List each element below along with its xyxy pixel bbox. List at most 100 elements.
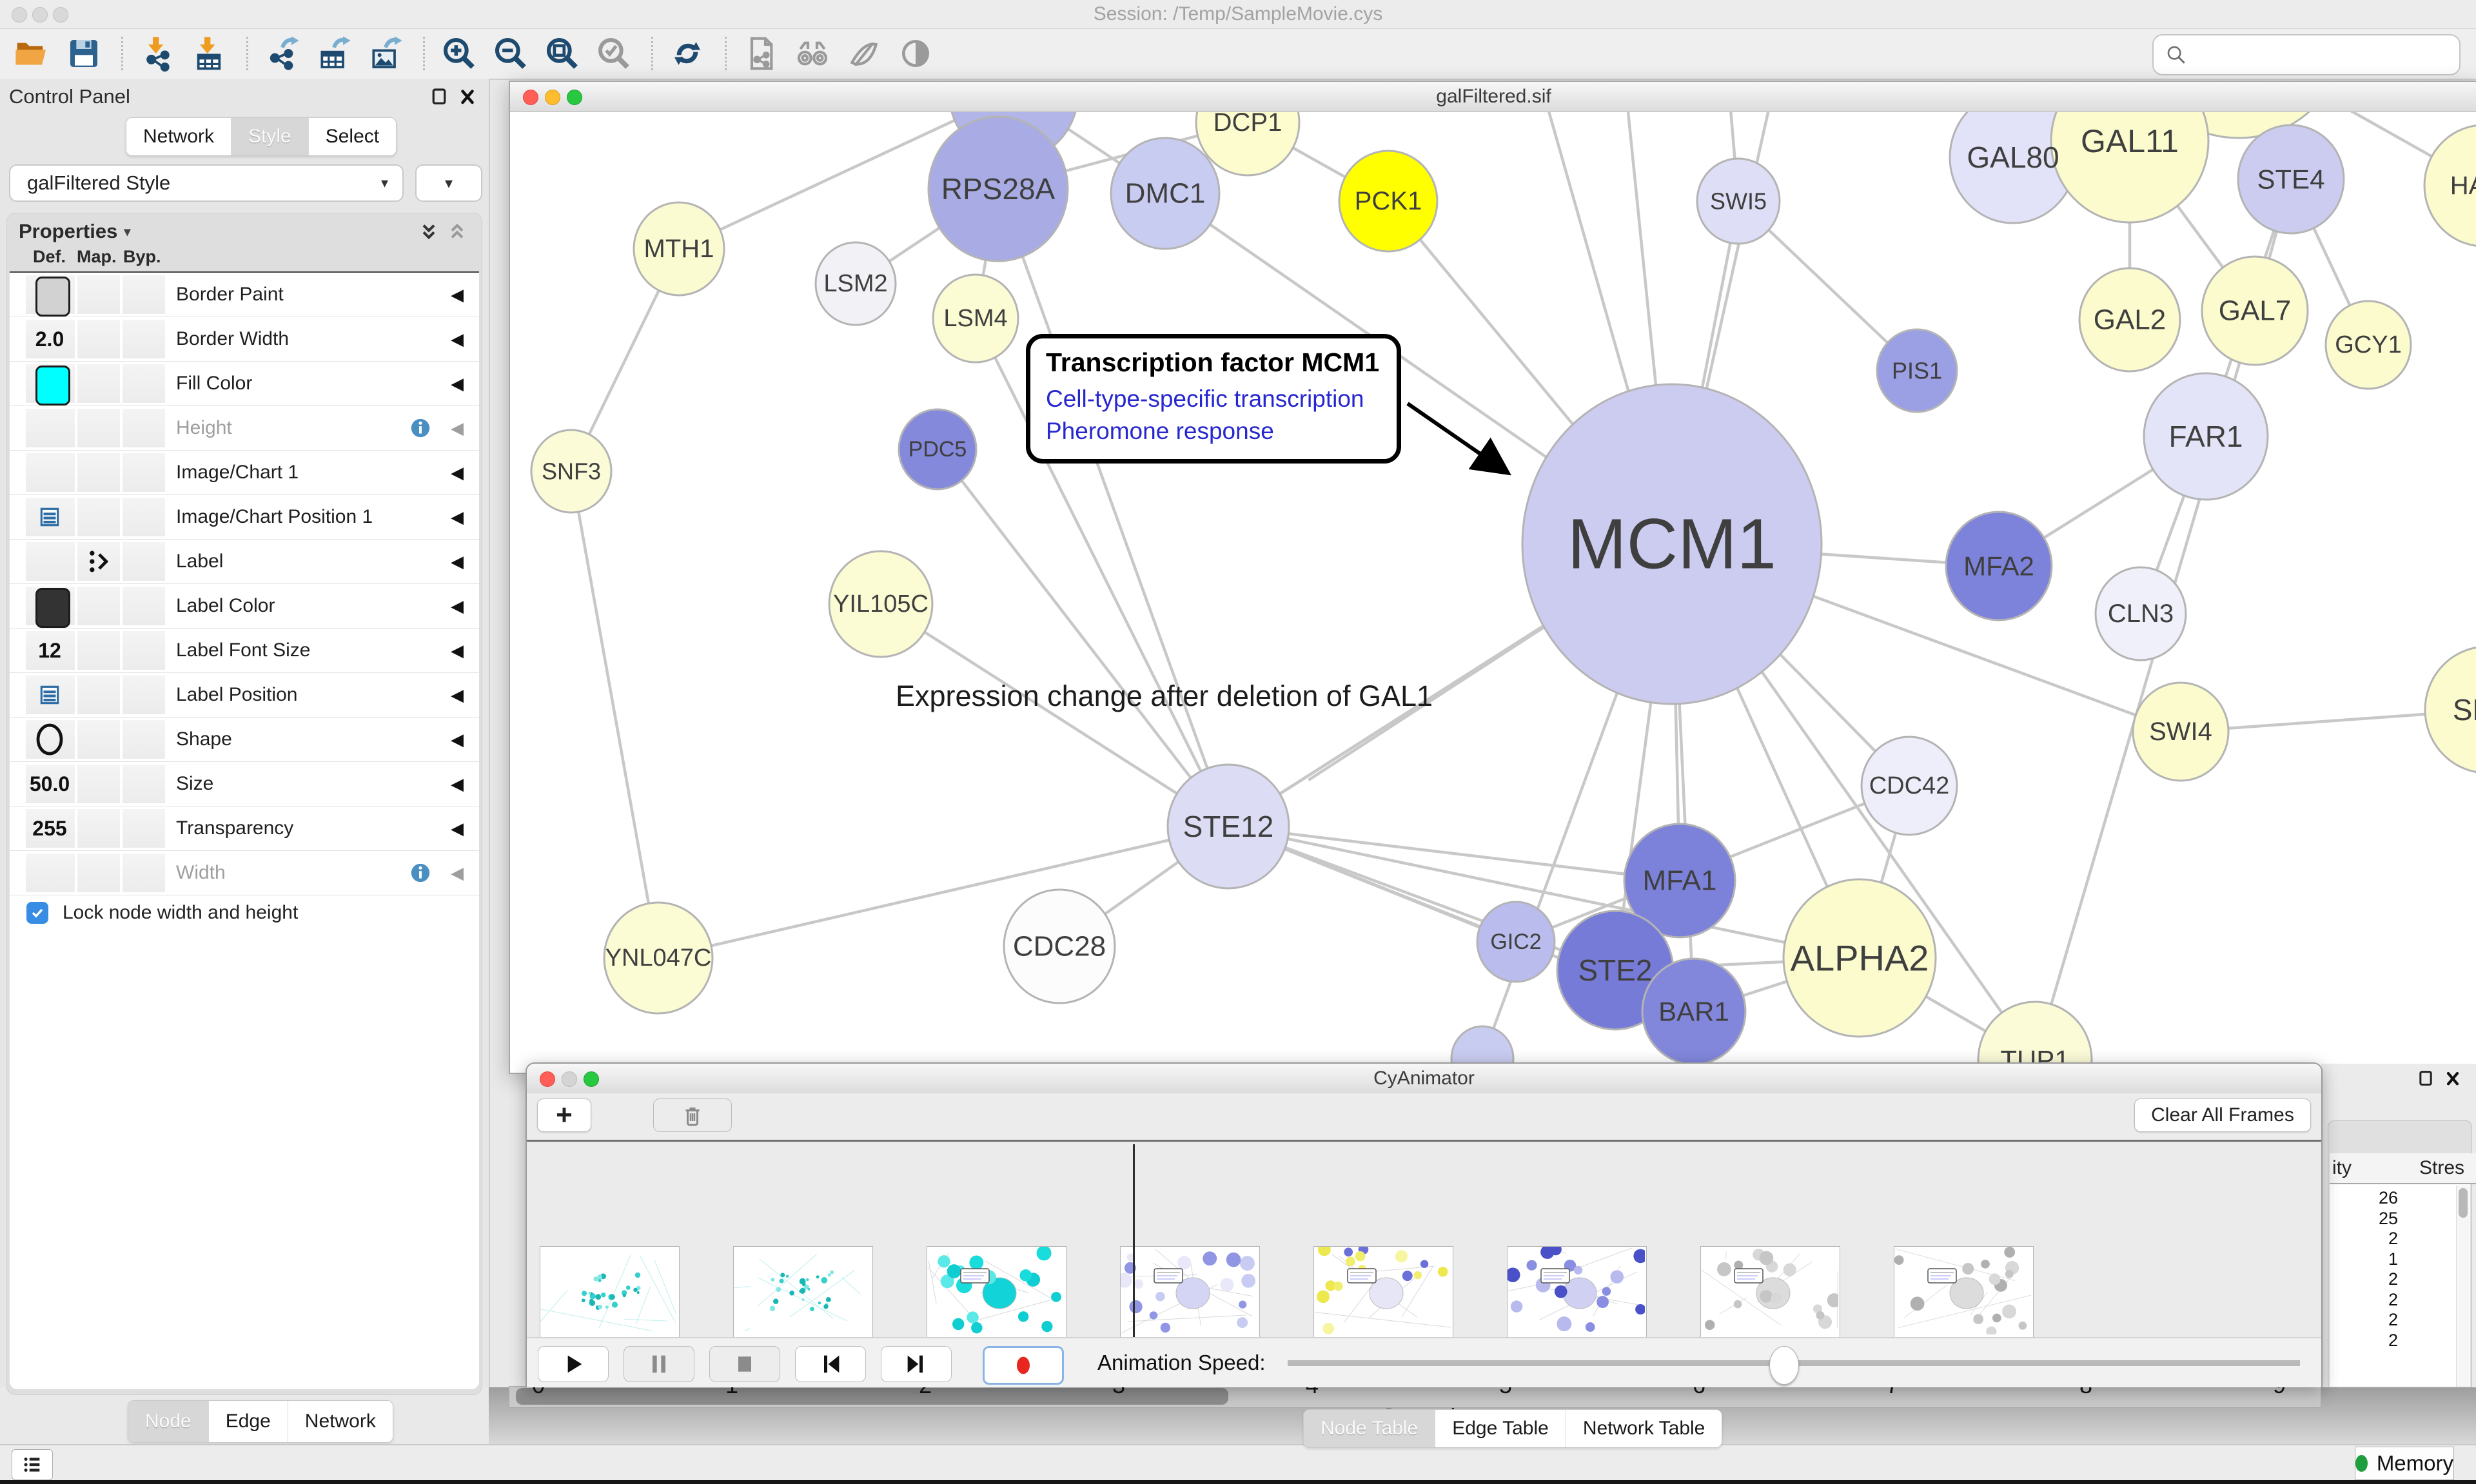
style-options-button[interactable]: ▾	[415, 164, 482, 202]
annotation-link[interactable]: Cell-type-specific transcription	[1046, 383, 1381, 415]
annotation-link[interactable]: Pheromone response	[1046, 415, 1381, 447]
lock-size-row[interactable]: Lock node width and height	[10, 895, 479, 930]
animation-speed-slider[interactable]	[1288, 1360, 2300, 1366]
property-row[interactable]: 2.0Border Width◀	[10, 317, 479, 362]
property-row[interactable]: Label Position◀	[10, 673, 479, 718]
default-swatch[interactable]	[35, 366, 70, 405]
import-table-button[interactable]	[188, 34, 230, 73]
timeline-frame-7[interactable]	[1894, 1246, 2034, 1346]
timeline-frame-0[interactable]	[540, 1246, 680, 1346]
search-box[interactable]	[2152, 34, 2461, 75]
expand-arrow-icon[interactable]: ◀	[451, 762, 464, 806]
timeline-frame-1[interactable]	[733, 1246, 873, 1346]
zoom-selected-button[interactable]	[593, 34, 634, 73]
zoom-fit-button[interactable]	[542, 34, 583, 73]
timeline[interactable]: 0123456789 Seconds	[527, 1142, 2321, 1337]
task-history-button[interactable]	[12, 1449, 53, 1480]
default-value[interactable]: 255	[25, 806, 74, 850]
timeline-frame-4[interactable]	[1313, 1246, 1453, 1346]
tab-node-table[interactable]: Node Table	[1304, 1410, 1435, 1447]
tab-node[interactable]: Node	[128, 1401, 208, 1442]
property-row[interactable]: Border Paint◀	[10, 273, 479, 317]
close-icon[interactable]	[523, 90, 538, 105]
tab-network[interactable]: Network	[126, 118, 231, 155]
properties-header[interactable]: Properties ▾	[19, 220, 130, 243]
property-row[interactable]: Label◀	[10, 540, 479, 584]
find-button[interactable]	[792, 34, 833, 73]
window-close-icon[interactable]	[12, 7, 27, 23]
tab-network-table[interactable]: Network Table	[1566, 1410, 1722, 1447]
export-network-button[interactable]	[262, 34, 303, 73]
timeline-frame-2[interactable]	[927, 1246, 1066, 1346]
expand-arrow-icon[interactable]: ◀	[451, 317, 464, 361]
minimize-icon[interactable]	[562, 1071, 577, 1087]
save-session-button[interactable]	[63, 34, 104, 73]
property-row[interactable]: Width◀	[10, 851, 479, 895]
window-zoom-icon[interactable]	[53, 7, 68, 23]
zoom-icon[interactable]	[584, 1071, 599, 1087]
next-button[interactable]	[881, 1346, 952, 1382]
tab-edge-table[interactable]: Edge Table	[1435, 1410, 1566, 1447]
search-input[interactable]	[2194, 43, 2459, 66]
expand-arrow-icon[interactable]: ◀	[451, 273, 464, 317]
play-button[interactable]	[538, 1346, 609, 1382]
table-column-header[interactable]: ity	[2330, 1153, 2396, 1184]
expand-arrow-icon[interactable]: ◀	[451, 851, 464, 895]
zoom-in-button[interactable]	[438, 34, 480, 73]
timeline-frame-3[interactable]	[1120, 1246, 1260, 1346]
expand-all-icon[interactable]	[418, 221, 439, 242]
playhead[interactable]	[1133, 1144, 1135, 1342]
default-value[interactable]: 50.0	[25, 762, 74, 806]
clear-all-frames-button[interactable]: Clear All Frames	[2134, 1098, 2311, 1132]
expand-arrow-icon[interactable]: ◀	[451, 406, 464, 450]
expand-arrow-icon[interactable]: ◀	[451, 540, 464, 583]
timeline-frame-5[interactable]	[1507, 1246, 1647, 1346]
tab-style[interactable]: Style	[231, 118, 308, 155]
float-panel-icon[interactable]	[431, 86, 447, 106]
default-value[interactable]: 12	[25, 629, 74, 672]
property-row[interactable]: Image/Chart Position 1◀	[10, 495, 479, 540]
cyanimator-titlebar[interactable]: CyAnimator	[527, 1064, 2321, 1094]
zoom-icon[interactable]	[567, 90, 582, 105]
hide-graphics-button[interactable]	[843, 34, 885, 73]
posicon[interactable]	[25, 495, 74, 539]
expand-arrow-icon[interactable]: ◀	[451, 451, 464, 494]
expand-arrow-icon[interactable]: ◀	[451, 806, 464, 850]
network-window-titlebar[interactable]: galFiltered.sif	[510, 82, 2476, 112]
node-table[interactable]: ity Stres 2625212222	[2330, 1153, 2470, 1387]
property-row[interactable]: Label Color◀	[10, 584, 479, 629]
pause-button[interactable]	[624, 1346, 694, 1382]
show-graphics-button[interactable]	[895, 34, 936, 73]
tab-select[interactable]: Select	[308, 118, 396, 155]
default-value[interactable]: 2.0	[25, 317, 74, 361]
import-network-button[interactable]	[137, 34, 178, 73]
expand-arrow-icon[interactable]: ◀	[451, 629, 464, 672]
default-swatch[interactable]	[35, 277, 70, 317]
property-row[interactable]: Fill Color◀	[10, 362, 479, 406]
timeline-frame-6[interactable]	[1700, 1246, 1840, 1346]
table-vertical-scrollbar[interactable]	[2456, 1186, 2470, 1387]
default-swatch[interactable]	[35, 588, 70, 628]
close-icon[interactable]	[540, 1071, 555, 1087]
expand-arrow-icon[interactable]: ◀	[451, 495, 464, 539]
open-session-button[interactable]	[12, 34, 53, 73]
info-icon[interactable]	[409, 417, 431, 439]
network-canvas[interactable]: DCP1RPS28ADMC1PCK1SWI5GAL80GAL11STE4HAP2…	[510, 112, 2476, 1071]
expand-arrow-icon[interactable]: ◀	[451, 673, 464, 717]
checkbox-checked-icon[interactable]	[26, 902, 48, 924]
export-table-button[interactable]	[313, 34, 355, 73]
info-icon[interactable]	[409, 862, 431, 884]
table-column-header[interactable]: Stres	[2393, 1153, 2476, 1184]
window-minimize-icon[interactable]	[32, 7, 48, 23]
close-panel-icon[interactable]	[2445, 1069, 2461, 1087]
style-selector[interactable]: galFiltered Style ▾	[9, 164, 404, 202]
ellipseicon[interactable]	[25, 718, 74, 761]
float-panel-icon[interactable]	[2418, 1069, 2433, 1087]
collapse-all-icon[interactable]	[447, 221, 467, 242]
expand-arrow-icon[interactable]: ◀	[451, 362, 464, 405]
network-details-button[interactable]	[740, 34, 781, 73]
mapicon[interactable]	[77, 540, 119, 583]
tab-edge[interactable]: Edge	[208, 1401, 288, 1442]
property-row[interactable]: 12Label Font Size◀	[10, 629, 479, 673]
export-image-button[interactable]	[365, 34, 406, 73]
